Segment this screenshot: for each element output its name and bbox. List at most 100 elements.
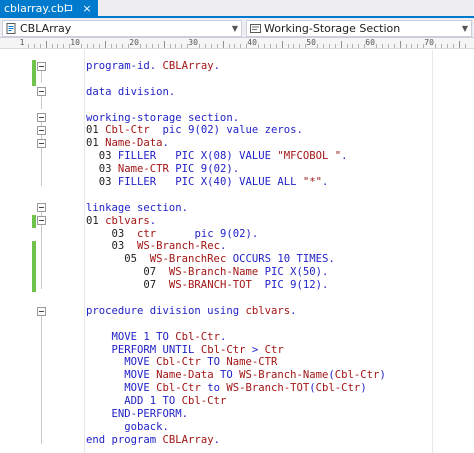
code-token: WS-BRANCH-TOT: [168, 279, 252, 292]
code-line: 01 cblvars.: [86, 215, 386, 228]
code-token: 05: [86, 253, 150, 266]
ruler-tick: [376, 44, 377, 48]
ruler-label: 30: [188, 38, 198, 47]
code-token: WS-Branch-Name: [168, 266, 259, 279]
code-token: 03: [86, 163, 118, 176]
collapse-icon[interactable]: [37, 216, 46, 226]
collapse-icon[interactable]: [37, 61, 46, 71]
ruler-label: 10: [70, 38, 80, 47]
program-dropdown[interactable]: CBLArray ▼: [2, 20, 242, 37]
collapse-icon[interactable]: [37, 126, 46, 135]
collapse-icon[interactable]: [37, 203, 46, 213]
chevron-down-icon[interactable]: ▼: [232, 21, 238, 36]
code-line: 03 WS-Branch-Rec.: [86, 240, 386, 253]
change-marker: [32, 214, 36, 228]
ruler-tick: [334, 44, 336, 48]
ruler-tick: [98, 44, 100, 48]
code-token: to: [200, 382, 227, 395]
ruler-tick: [440, 44, 442, 48]
code-line: MOVE 1 TO Cbl-Ctr.: [86, 331, 386, 344]
code-text[interactable]: program-id. CBLArray. data division. wor…: [86, 60, 386, 447]
code-line: program-id. CBLArray.: [86, 60, 386, 73]
code-token: ): [360, 382, 367, 395]
code-token: WS-Branch-TOT: [226, 382, 310, 395]
ruler-tick: [57, 44, 59, 48]
code-token: Ctr: [264, 343, 284, 356]
ruler-tick: [399, 41, 401, 48]
code-line: 07 WS-BRANCH-TOT PIC 9(12).: [86, 279, 386, 292]
ruler-tick: [39, 44, 41, 48]
code-token: >: [245, 343, 265, 356]
code-line: MOVE Cbl-Ctr TO Name-CTR: [86, 356, 386, 369]
ruler-tick: [328, 44, 330, 48]
code-token: Name-Data: [156, 369, 214, 382]
outline-guide: [41, 70, 42, 83]
collapse-icon[interactable]: [37, 87, 46, 97]
ruler-tick: [204, 44, 206, 48]
collapse-icon[interactable]: [37, 306, 46, 316]
document-tab[interactable]: cblarray.cbl ⊐ ×: [0, 0, 98, 18]
change-marker: [32, 240, 36, 293]
ruler-tick: [122, 44, 124, 48]
code-token: MOVE: [86, 356, 157, 369]
code-token: working-storage section.: [86, 111, 240, 124]
collapse-icon[interactable]: [37, 138, 46, 148]
code-token: ): [379, 369, 386, 382]
ruler-tick: [234, 44, 236, 48]
ruler-tick: [181, 44, 183, 48]
ruler-tick: [405, 44, 407, 48]
code-token: Cbl-Ctr: [334, 369, 380, 382]
ruler-tick: [358, 44, 360, 48]
code-line: MOVE Cbl-Ctr to WS-Branch-TOT(Cbl-Ctr): [86, 382, 386, 395]
code-token: ctr: [137, 227, 157, 240]
code-token: Name-CTR: [117, 163, 169, 176]
code-token: TO: [213, 369, 240, 382]
code-token: linkage section.: [86, 201, 189, 214]
pin-icon[interactable]: ⊐: [62, 0, 76, 18]
ruler-label: 50: [306, 38, 316, 47]
code-line: 07 WS-Branch-Name PIC X(50).: [86, 266, 386, 279]
code-token: WS-Branch-Name: [239, 369, 329, 382]
ruler-tick: [293, 44, 295, 48]
ruler-tick: [116, 44, 118, 48]
code-token: Cbl-Ctr: [105, 124, 150, 137]
code-token: OCCURS 10 TIMES.: [226, 253, 335, 266]
code-token: TO: [200, 356, 227, 369]
code-line: 03 ctr pic 9(02).: [86, 228, 386, 241]
ruler-tick: [228, 44, 230, 48]
ruler-tick: [317, 44, 318, 48]
collapse-icon[interactable]: [37, 113, 46, 123]
code-token: 07: [86, 266, 169, 279]
ruler-tick: [45, 41, 47, 48]
program-dropdown-label: CBLArray: [20, 22, 72, 35]
code-token: 03: [86, 150, 118, 163]
code-token: .: [341, 150, 348, 163]
section-dropdown[interactable]: Working-Storage Section ▼: [246, 20, 472, 37]
code-token: CBLArray: [162, 60, 214, 72]
section-dropdown-label: Working-Storage Section: [264, 22, 401, 35]
code-editor[interactable]: program-id. CBLArray. data division. wor…: [0, 50, 474, 453]
chevron-down-icon[interactable]: ▼: [462, 21, 468, 36]
ruler-tick: [346, 44, 348, 48]
code-token: end program: [86, 433, 163, 446]
code-token: 01: [86, 137, 106, 150]
code-token: 01: [86, 214, 106, 227]
code-line: 01 Name-Data.: [86, 137, 386, 150]
code-token: .: [149, 214, 157, 227]
ruler-tick: [387, 44, 389, 48]
code-line: 01 Cbl-Ctr pic 9(02) value zeros.: [86, 124, 386, 137]
change-marker: [32, 60, 36, 86]
ruler-tick: [145, 44, 147, 48]
code-token: Cbl-Ctr: [315, 382, 361, 395]
ruler-tick: [446, 44, 448, 48]
code-token: goback.: [86, 420, 169, 433]
code-line: MOVE Name-Data TO WS-Branch-Name(Cbl-Ctr…: [86, 369, 386, 382]
ruler-tick: [27, 44, 29, 48]
area-a-guide: [84, 50, 85, 453]
ruler-tick: [104, 41, 106, 48]
section-icon: [250, 23, 261, 34]
close-icon[interactable]: ×: [80, 0, 94, 18]
code-token: PIC X(50).: [258, 266, 329, 279]
